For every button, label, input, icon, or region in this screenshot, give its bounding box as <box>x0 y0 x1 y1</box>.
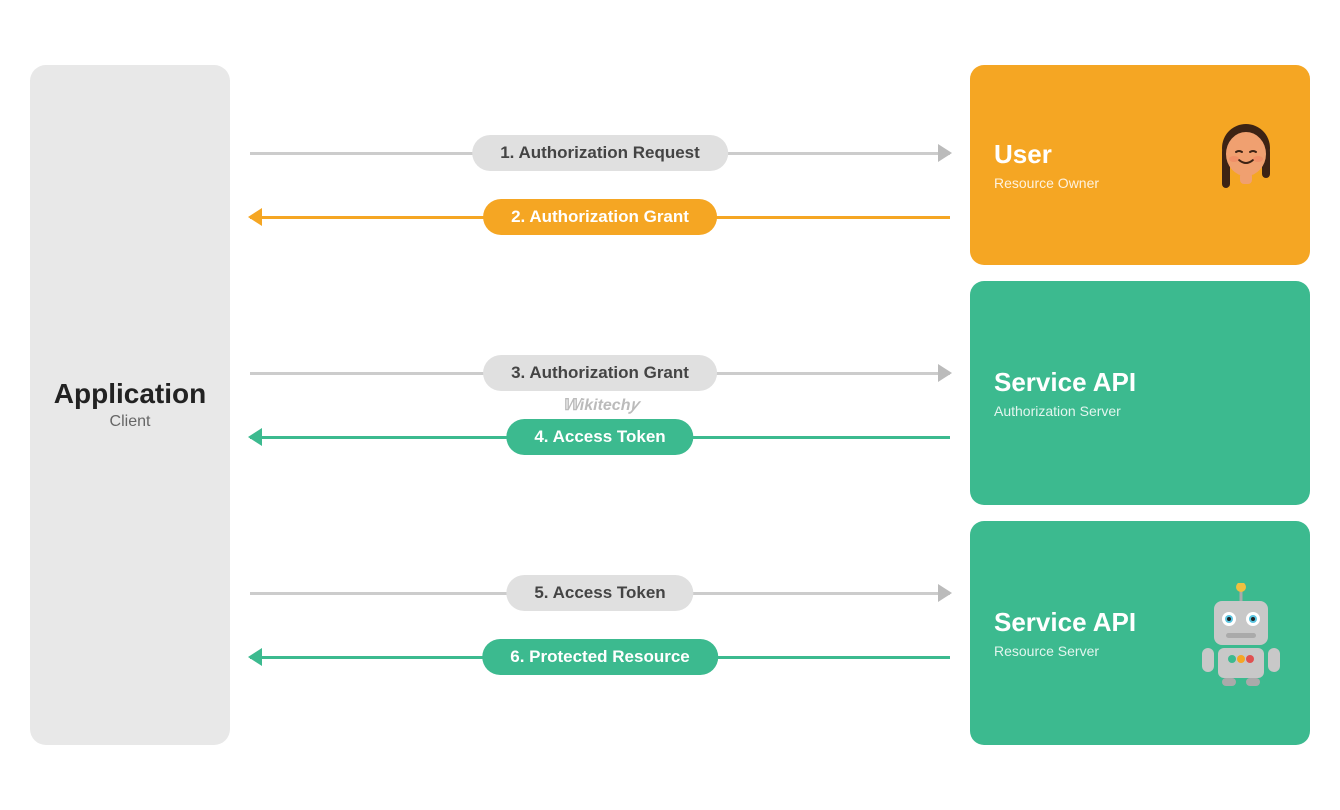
pill-protected-resource: 6. Protected Resource <box>482 639 718 675</box>
app-client-panel: Application Client <box>30 65 230 745</box>
user-panel-text: User Resource Owner <box>994 139 1206 190</box>
auth-panel-text: Service API Authorization Server <box>994 367 1286 418</box>
pill-auth-grant-1: 2. Authorization Grant <box>483 199 717 235</box>
robot-avatar <box>1196 583 1286 683</box>
arrow-row-3: 3. Authorization Grant <box>250 347 950 399</box>
flow-group-3: 5. Access Token 6. Protected Resource <box>250 567 950 683</box>
right-panels: User Resource Owner <box>970 65 1310 745</box>
arrow-row-2: 2. Authorization Grant <box>250 191 950 243</box>
resource-panel-title: Service API <box>994 607 1196 638</box>
diagram-container: Application Client 𝕎ikitech𝑦 1. Authoriz… <box>0 0 1340 810</box>
user-avatar <box>1206 120 1286 210</box>
auth-panel-subtitle: Authorization Server <box>994 403 1286 419</box>
arrow-row-4: 4. Access Token <box>250 411 950 463</box>
auth-panel-title: Service API <box>994 367 1286 398</box>
resource-server-panel: Service API Resource Server <box>970 521 1310 745</box>
flow-group-2: 3. Authorization Grant 4. Access Token <box>250 347 950 463</box>
pill-access-token-1: 4. Access Token <box>506 419 693 455</box>
pill-auth-request: 1. Authorization Request <box>472 135 728 171</box>
arrow-row-1: 1. Authorization Request <box>250 127 950 179</box>
pill-access-token-2: 5. Access Token <box>506 575 693 611</box>
arrow-row-6: 6. Protected Resource <box>250 631 950 683</box>
resource-panel-subtitle: Resource Server <box>994 643 1196 659</box>
resource-panel-text: Service API Resource Server <box>994 607 1196 658</box>
auth-server-panel: Service API Authorization Server <box>970 281 1310 505</box>
app-client-title: Application <box>54 379 206 410</box>
flow-group-1: 1. Authorization Request 2. Authorizatio… <box>250 127 950 243</box>
user-panel-title: User <box>994 139 1206 170</box>
user-panel-subtitle: Resource Owner <box>994 175 1206 191</box>
user-panel: User Resource Owner <box>970 65 1310 265</box>
app-client-subtitle: Client <box>110 413 151 431</box>
arrow-row-5: 5. Access Token <box>250 567 950 619</box>
pill-auth-grant-2: 3. Authorization Grant <box>483 355 717 391</box>
